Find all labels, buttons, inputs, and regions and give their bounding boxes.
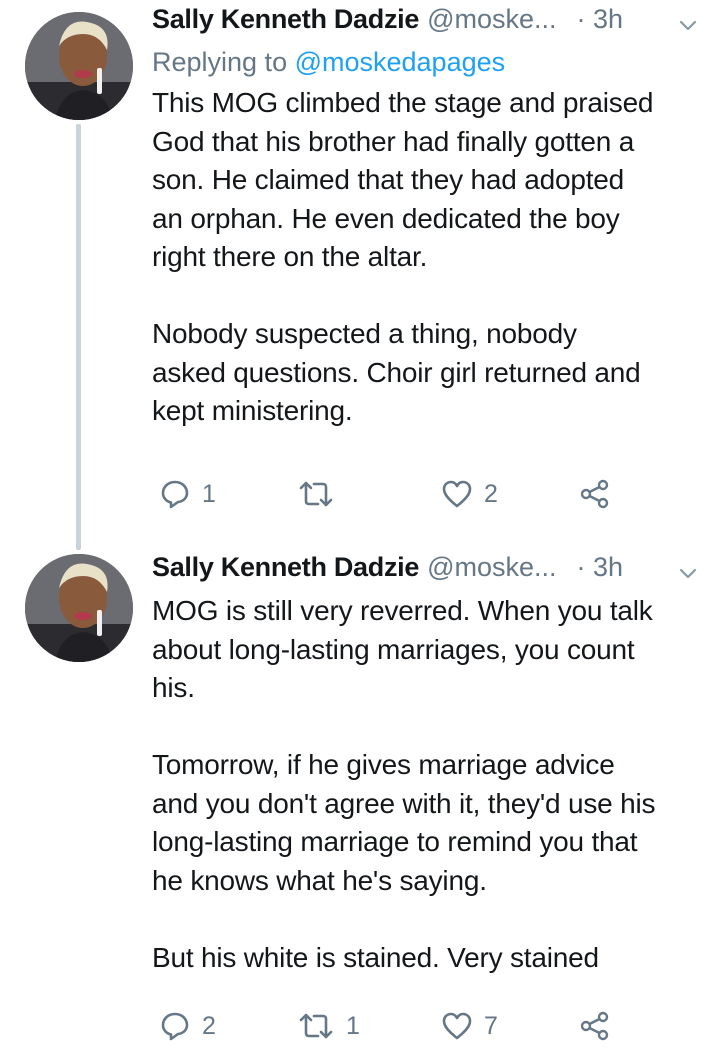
retweet-button[interactable] (298, 474, 346, 514)
author-name[interactable]: Sally Kenneth Dadzie (152, 4, 419, 35)
heart-icon (442, 1012, 472, 1040)
retweet-count: 1 (346, 1011, 360, 1040)
retweet-button[interactable]: 1 (298, 1006, 360, 1046)
share-icon (580, 1011, 609, 1041)
replying-to-label: Replying to (152, 47, 295, 77)
retweet-icon (299, 1013, 333, 1039)
mention-link[interactable]: @moskedapages (295, 47, 506, 77)
tweet-text: MOG is still very reverred. When you tal… (152, 595, 656, 973)
tweet-text: This MOG climbed the stage and praised G… (152, 87, 654, 426)
author-handle[interactable]: @moske... (427, 552, 556, 583)
tweet[interactable]: Sally Kenneth Dadzie @moske... · 3h Repl… (0, 0, 719, 550)
avatar[interactable] (25, 12, 133, 120)
retweet-icon (299, 481, 333, 507)
like-button[interactable]: 7 (442, 1006, 498, 1046)
reply-button[interactable]: 1 (160, 474, 216, 514)
tweet-content: Sally Kenneth Dadzie @moske... · 3h Repl… (152, 4, 705, 431)
share-button[interactable] (580, 474, 610, 514)
like-count: 2 (484, 479, 498, 508)
author-handle[interactable]: @moske... (427, 4, 556, 35)
timestamp[interactable]: · 3h (577, 4, 624, 35)
tweet-actions: 2 1 7 (160, 1006, 630, 1046)
replying-to: Replying to @moskedapages (152, 44, 705, 84)
share-button[interactable] (580, 1006, 610, 1046)
chevron-down-icon[interactable] (679, 568, 697, 580)
tweet[interactable]: Sally Kenneth Dadzie @moske... · 3h MOG … (0, 548, 719, 1056)
avatar[interactable] (25, 554, 133, 662)
reply-count: 2 (202, 1011, 216, 1040)
like-button[interactable]: 2 (442, 474, 498, 514)
reply-count: 1 (202, 479, 216, 508)
like-count: 7 (484, 1011, 498, 1040)
thread-line (76, 124, 81, 550)
tweet-header: Sally Kenneth Dadzie @moske... · 3h (152, 552, 705, 592)
share-icon (580, 479, 609, 509)
chevron-down-icon[interactable] (679, 20, 697, 32)
heart-icon (442, 480, 472, 508)
reply-icon (161, 1012, 189, 1041)
timestamp[interactable]: · 3h (577, 552, 624, 583)
reply-icon (161, 480, 189, 509)
tweet-actions: 1 2 (160, 474, 630, 514)
tweet-header: Sally Kenneth Dadzie @moske... · 3h (152, 4, 705, 44)
author-name[interactable]: Sally Kenneth Dadzie (152, 552, 419, 583)
reply-button[interactable]: 2 (160, 1006, 216, 1046)
tweet-content: Sally Kenneth Dadzie @moske... · 3h MOG … (152, 552, 705, 977)
